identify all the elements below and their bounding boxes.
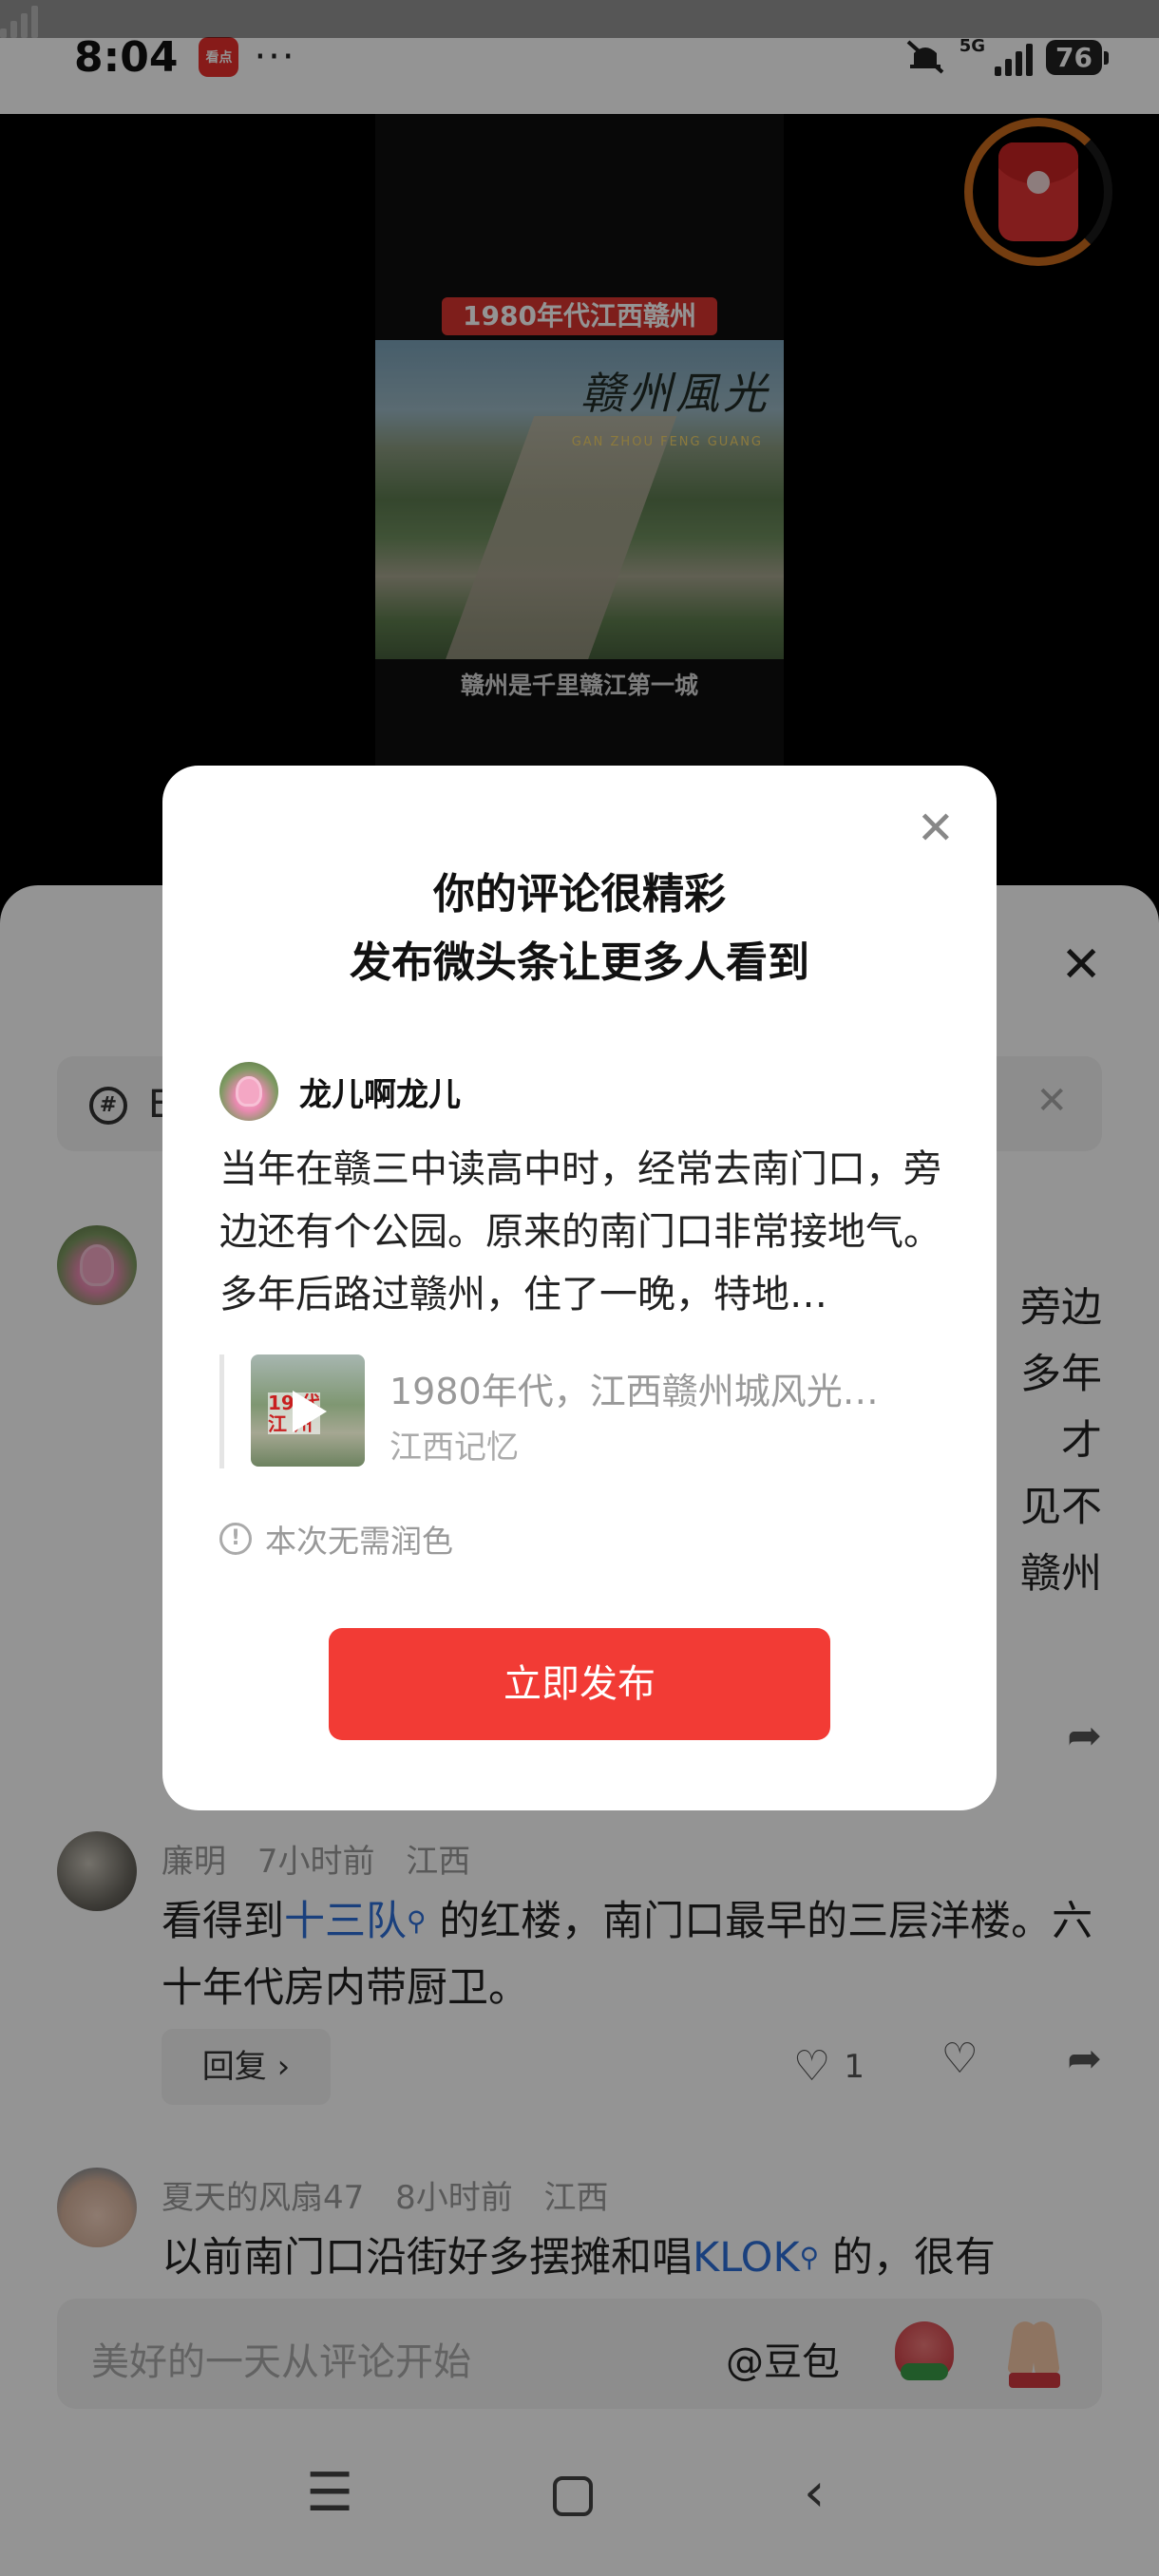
referenced-video-title: 1980年代，江西赣州城风光… [390, 1371, 879, 1412]
video-thumbnail: 19 代 江 州 [251, 1354, 365, 1467]
info-icon: ! [219, 1523, 252, 1555]
publish-dialog: ✕ 你的评论很精彩 发布微头条让更多人看到 龙儿啊龙儿 当年在赣三中读高中时，经… [162, 766, 997, 1810]
play-icon [293, 1391, 327, 1432]
avatar [219, 1062, 278, 1121]
referenced-video[interactable]: 19 代 江 州 1980年代，江西赣州城风光… 江西记忆 [219, 1354, 951, 1468]
username: 龙儿啊龙儿 [299, 1075, 461, 1114]
close-icon[interactable]: ✕ [917, 805, 955, 851]
referenced-video-source: 江西记忆 [390, 1429, 519, 1467]
publish-button[interactable]: 立即发布 [329, 1628, 830, 1740]
dialog-user: 龙儿啊龙儿 [219, 1062, 461, 1121]
polish-note: ! 本次无需润色 [219, 1516, 453, 1562]
dialog-title: 你的评论很精彩 发布微头条让更多人看到 [350, 870, 809, 987]
comment-preview-text: 当年在赣三中读高中时，经常去南门口，旁边还有个公园。原来的南门口非常接地气。多年… [219, 1147, 941, 1316]
